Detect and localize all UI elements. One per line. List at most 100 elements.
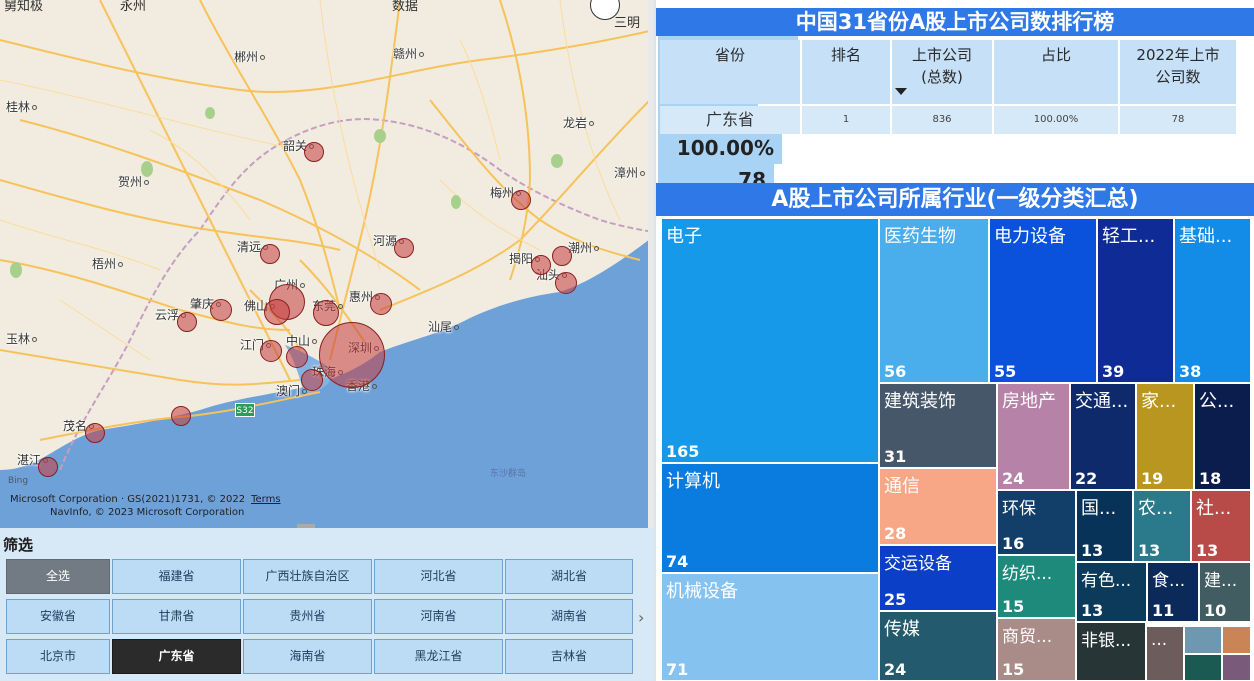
- city-dot-icon: [144, 180, 150, 185]
- city-bubble[interactable]: [319, 322, 385, 388]
- treemap-tile-label: 基础...: [1179, 226, 1233, 247]
- treemap-tile[interactable]: 建筑装饰 31: [879, 383, 997, 468]
- slicer-option-2[interactable]: 福建省: [112, 559, 241, 594]
- header-2022-listed[interactable]: 2022年上市 公司数: [1120, 40, 1236, 104]
- treemap-tile[interactable]: 通信 28: [879, 468, 997, 545]
- treemap-tile-label: 轻工...: [1102, 226, 1156, 247]
- treemap-tile-value: 15: [1002, 597, 1025, 616]
- treemap-tile[interactable]: 建... 10: [1199, 562, 1251, 622]
- slicer-option-6[interactable]: 安徽省: [6, 599, 110, 634]
- treemap-tile[interactable]: 电子 165: [661, 218, 879, 463]
- treemap-tile[interactable]: [1222, 626, 1251, 654]
- treemap-tile-label: 电子: [666, 226, 702, 247]
- treemap-tile[interactable]: 医药生物 56: [879, 218, 989, 383]
- slicer-option-3[interactable]: 广西壮族自治区: [243, 559, 372, 594]
- slicer-option-9[interactable]: 河南省: [374, 599, 503, 634]
- bubble-map[interactable]: 舅知极永州数据三明 郴州赣州桂林龙岩韶关贺州漳州梅州清远河源潮州揭阳汕头梧州广州…: [0, 0, 654, 528]
- treemap-tile-value: 56: [884, 362, 907, 381]
- city-bubble[interactable]: [301, 369, 323, 391]
- treemap-tile[interactable]: 家... 19: [1136, 383, 1194, 490]
- city-name: 龙岩: [563, 116, 588, 130]
- map-attribution-text: Microsoft Corporation · GS(2021)1731, © …: [10, 494, 246, 505]
- treemap-tile-value: 18: [1199, 469, 1222, 488]
- treemap-tile[interactable]: 交运设备 25: [879, 545, 997, 611]
- treemap-tile[interactable]: 机械设备 71: [661, 573, 879, 681]
- slicer-option-10[interactable]: 湖南省: [505, 599, 633, 634]
- city-label: 潮州: [568, 239, 600, 256]
- treemap-tile[interactable]: 环保 16: [997, 490, 1076, 555]
- city-bubble[interactable]: [210, 299, 232, 321]
- treemap-tile[interactable]: 基础... 38: [1174, 218, 1251, 383]
- map-top-label: 数据: [392, 0, 419, 14]
- city-bubble[interactable]: [555, 272, 577, 294]
- treemap-tile[interactable]: 房地产 24: [997, 383, 1070, 490]
- treemap-tile-label: 房地产: [1002, 391, 1056, 412]
- treemap-tile-label: 商贸...: [1002, 627, 1053, 647]
- terms-link[interactable]: Terms: [251, 494, 280, 505]
- treemap-tile[interactable]: 商贸... 15: [997, 618, 1076, 681]
- treemap-tile[interactable]: 国... 13: [1076, 490, 1133, 562]
- slicer-option-15[interactable]: 吉林省: [505, 639, 633, 674]
- header-rank[interactable]: 排名: [802, 40, 890, 104]
- city-bubble[interactable]: [531, 255, 551, 275]
- treemap-tile-label: 社...: [1196, 498, 1232, 519]
- city-bubble[interactable]: [38, 457, 58, 477]
- city-label: 赣州: [393, 45, 425, 62]
- slicer-option-4[interactable]: 河北省: [374, 559, 503, 594]
- slicer-option-12[interactable]: 广东省: [112, 639, 241, 674]
- treemap-tile[interactable]: [1222, 654, 1251, 681]
- treemap-tile[interactable]: ...: [1146, 626, 1184, 681]
- city-bubble[interactable]: [304, 142, 324, 162]
- city-bubble[interactable]: [85, 423, 105, 443]
- treemap-tile[interactable]: [1184, 654, 1222, 681]
- map-top-label: 舅知极: [4, 0, 44, 14]
- sort-desc-icon[interactable]: [895, 88, 907, 95]
- city-bubble[interactable]: [177, 312, 197, 332]
- treemap-tile[interactable]: 电力设备 55: [989, 218, 1097, 383]
- treemap-tile[interactable]: 纺织... 15: [997, 555, 1076, 618]
- city-label: 梧州: [92, 255, 124, 272]
- city-bubble[interactable]: [286, 346, 308, 368]
- city-label: 贺州: [118, 173, 150, 190]
- header-listed-total[interactable]: 上市公司 (总数): [892, 40, 992, 104]
- slicer-option-13[interactable]: 海南省: [243, 639, 372, 674]
- city-bubble[interactable]: [260, 340, 282, 362]
- treemap-tile[interactable]: 社... 13: [1191, 490, 1251, 562]
- treemap-tile[interactable]: 食... 11: [1147, 562, 1199, 622]
- slicer-option-1[interactable]: 全选: [6, 559, 110, 594]
- treemap-tile[interactable]: 传媒 24: [879, 611, 997, 681]
- city-bubble[interactable]: [511, 190, 531, 210]
- header-share[interactable]: 占比: [994, 40, 1118, 104]
- city-dot-icon: [32, 337, 38, 342]
- treemap-tile[interactable]: 非银...: [1076, 622, 1146, 681]
- treemap-tile[interactable]: 计算机 74: [661, 463, 879, 573]
- city-name: 揭阳: [509, 252, 534, 266]
- chevron-right-icon[interactable]: ›: [638, 608, 644, 627]
- map-attribution-navinfo: NavInfo, © 2023 Microsoft Corporation: [50, 507, 245, 518]
- header-province[interactable]: 省份: [660, 40, 800, 104]
- treemap-tile[interactable]: [1184, 626, 1222, 654]
- city-dot-icon: [32, 105, 38, 110]
- city-label: 漳州: [614, 164, 646, 181]
- slicer-option-8[interactable]: 贵州省: [243, 599, 372, 634]
- city-bubble[interactable]: [370, 293, 392, 315]
- city-bubble[interactable]: [313, 300, 339, 326]
- city-bubble[interactable]: [264, 299, 290, 325]
- treemap-tile[interactable]: 公... 18: [1194, 383, 1251, 490]
- treemap-tile[interactable]: 轻工... 39: [1097, 218, 1174, 383]
- city-bubble[interactable]: [260, 244, 280, 264]
- cell-listed-total: 836: [892, 106, 992, 134]
- slicer-option-11[interactable]: 北京市: [6, 639, 110, 674]
- slicer-option-14[interactable]: 黑龙江省: [374, 639, 503, 674]
- city-dot-icon: [372, 384, 378, 389]
- treemap-tile-label: 交运设备: [884, 554, 952, 574]
- city-bubble[interactable]: [171, 406, 191, 426]
- treemap-tile[interactable]: 农... 13: [1133, 490, 1191, 562]
- treemap-tile-value: 19: [1141, 469, 1164, 488]
- city-bubble[interactable]: [394, 238, 414, 258]
- treemap-tile[interactable]: 交通... 22: [1070, 383, 1136, 490]
- slicer-option-7[interactable]: 甘肃省: [112, 599, 241, 634]
- slicer-option-5[interactable]: 湖北省: [505, 559, 633, 594]
- treemap-tile[interactable]: 有色... 13: [1076, 562, 1147, 622]
- city-bubble[interactable]: [552, 246, 572, 266]
